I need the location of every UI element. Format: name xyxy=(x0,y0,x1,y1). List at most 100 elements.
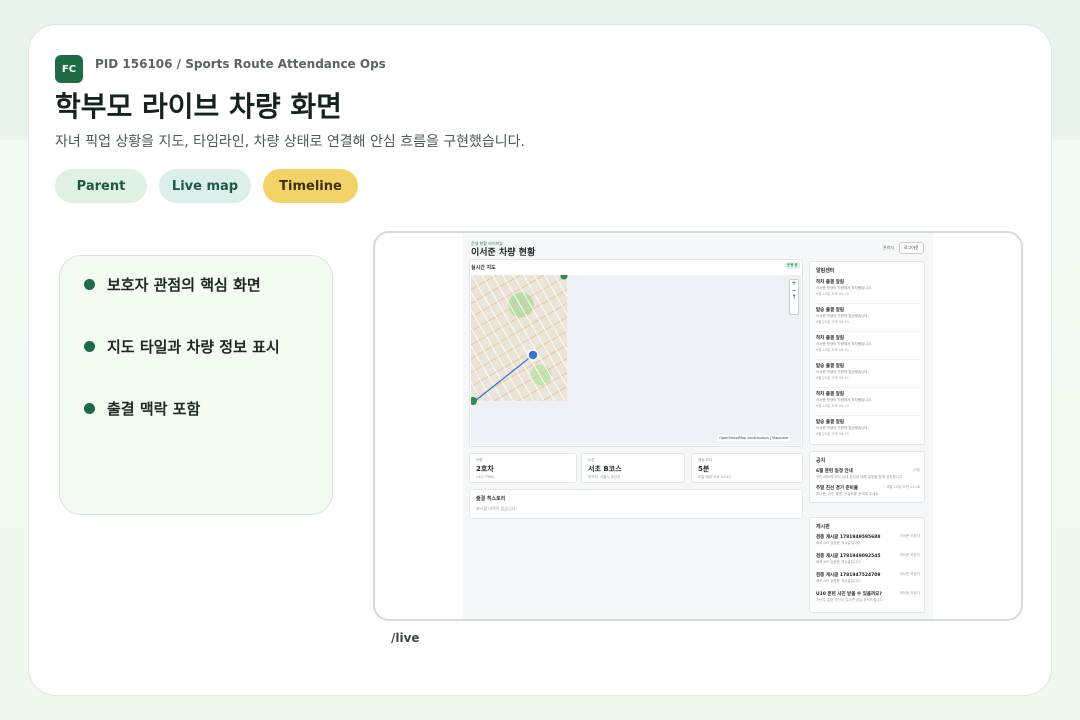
notice-panel: 공지 6월 훈련 일정 안내 장마 예보에 따라 실내 훈련장 대체 일정을 함… xyxy=(809,451,925,503)
notice-item-meta: 6월 20일 오전 11:08 xyxy=(887,485,920,489)
alert-title: 알림센터 xyxy=(816,268,835,274)
card-value: 5분 xyxy=(698,465,710,473)
alert-item-time: 6월 20일 오후 08:25 xyxy=(816,404,849,408)
alert-item-title: 하차 출결 알림 xyxy=(816,392,844,397)
map-label: 실시간 지도 xyxy=(471,265,496,271)
page-title: 학부모 라이브 차량 화면 xyxy=(55,90,342,123)
alert-item[interactable]: 탑승 출결 알림 이서준 학생이 차량에 탑승했습니다. 6월 20일 오후 0… xyxy=(816,417,920,444)
alert-item-title: 하차 출결 알림 xyxy=(816,336,844,341)
card-value: 서초 B코스 xyxy=(588,465,622,473)
bullet-icon xyxy=(84,403,95,414)
notice-item-meta: 고정 xyxy=(913,468,920,472)
alert-item-title: 탑승 출결 알림 xyxy=(816,364,844,369)
board-item[interactable]: 검증 게시글 1781949595688 배포 API 검증용 게시글입니다. … xyxy=(816,534,920,552)
board-item-msg: 배포 API 검증용 게시글입니다. xyxy=(816,560,862,564)
compass-button[interactable]: ↑ xyxy=(790,294,798,301)
eta-card: 예상 도착 5분 오늘 예정 오후 04:40 xyxy=(691,453,803,483)
history-empty: 표시할 내역이 없습니다. xyxy=(476,506,517,511)
zoom-in-button[interactable]: + xyxy=(790,280,798,287)
screen-title: 이서준 차량 현황 xyxy=(471,248,536,258)
card-detail: 하차지: 서울시 훈련장 xyxy=(588,475,621,479)
screenshot-frame: 운영 현황 라이브뷰 이서준 차량 현황 관리자 로그아웃 실시간 지도 운행 … xyxy=(373,231,1023,621)
alert-item-time: 6월 20일 오후 08:51 xyxy=(816,348,849,352)
feature-list: 보호자 관점의 핵심 화면 지도 타일과 차량 정보 표시 출결 맥락 포함 xyxy=(59,255,333,515)
alert-item[interactable]: 하차 출결 알림 이서준 학생이 차량에서 하차했습니다. 6월 20일 오후 … xyxy=(816,389,920,416)
board-panel: 게시판 검증 게시글 1781949595688 배포 API 검증용 게시글입… xyxy=(809,517,925,613)
alert-item-msg: 이서준 학생이 차량에서 하차했습니다. xyxy=(816,342,872,346)
notice-item[interactable]: 주말 친선 경기 준비물 유니폼, 개인 물병, 풋살화를 준비해 주세요. 6… xyxy=(816,485,920,503)
brand-logo: FC xyxy=(55,55,83,83)
notice-item-msg: 유니폼, 개인 물병, 풋살화를 준비해 주세요. xyxy=(816,492,880,496)
tag-timeline[interactable]: Timeline xyxy=(263,169,358,203)
vehicle-card: 차량 2호차 24나 7988 xyxy=(469,453,577,483)
board-item-author: 최하윤 보호자 xyxy=(899,591,920,595)
alert-item[interactable]: 탑승 출결 알림 이서준 학생이 차량에 탑승했습니다. 6월 20일 오후 0… xyxy=(816,305,920,332)
feature-item: 보호자 관점의 핵심 화면 xyxy=(84,274,261,295)
board-item[interactable]: U10 훈련 사진 받을 수 있을까요? 지난주 훈련 사진이 있으면 공유 부… xyxy=(816,591,920,609)
tag-live-map[interactable]: Live map xyxy=(159,169,251,203)
card-detail: 24나 7988 xyxy=(476,475,494,479)
bullet-icon xyxy=(84,341,95,352)
card-key: 예상 도착 xyxy=(698,458,712,462)
card-detail: 오늘 예정 오후 04:40 xyxy=(698,475,731,479)
alert-item-msg: 이서준 학생이 차량에서 하차했습니다. xyxy=(816,398,872,402)
route-path: /live xyxy=(391,631,420,645)
zoom-out-button[interactable]: − xyxy=(790,287,798,294)
board-item-author: 이서준 보호자 xyxy=(899,572,920,576)
vehicle-marker-icon xyxy=(527,349,539,361)
board-item[interactable]: 검증 게시글 1781947524709 배포 API 검증용 게시글입니다. … xyxy=(816,572,920,590)
alert-item-msg: 이서준 학생이 차량에 탑승했습니다. xyxy=(816,426,869,430)
stop-marker-icon xyxy=(560,275,568,280)
alert-item-msg: 이서준 학생이 차량에서 하차했습니다. xyxy=(816,286,872,290)
alert-item[interactable]: 탑승 출결 알림 이서준 학생이 차량에 탑승했습니다. 6월 20일 오후 0… xyxy=(816,361,920,388)
board-title: 게시판 xyxy=(816,524,830,530)
alert-item-time: 6월 20일 오후 08:25 xyxy=(816,432,849,436)
tag-parent[interactable]: Parent xyxy=(55,169,147,203)
stop-marker-icon xyxy=(471,397,477,405)
card-key: 차량 xyxy=(476,458,483,462)
board-item-author: 이서준 보호자 xyxy=(899,534,920,538)
live-screen: 운영 현황 라이브뷰 이서준 차량 현황 관리자 로그아웃 실시간 지도 운행 … xyxy=(463,233,933,619)
notice-title: 공지 xyxy=(816,458,826,464)
map-attribution[interactable]: OpenStreetMap contributors | MapLibre xyxy=(717,435,791,441)
notice-item-title: 6월 훈련 일정 안내 xyxy=(816,469,853,474)
alert-item-time: 6월 20일 오후 08:59 xyxy=(816,320,849,324)
feature-item: 지도 타일과 차량 정보 표시 xyxy=(84,336,280,357)
card-key: 노선 xyxy=(588,458,595,462)
route-line xyxy=(474,354,534,402)
alert-item-msg: 이서준 학생이 차량에 탑승했습니다. xyxy=(816,314,869,318)
page-subtitle: 자녀 픽업 상황을 지도, 타임라인, 차량 상태로 연결해 안심 흐름을 구현… xyxy=(55,134,526,150)
alert-item-time: 6월 20일 오후 08:59 xyxy=(816,292,849,296)
status-badge: 운행 중 xyxy=(785,262,800,269)
card-value: 2호차 xyxy=(476,465,494,473)
notice-item-msg: 장마 예보에 따라 실내 훈련장 대체 일정을 함께 공지합니다. xyxy=(816,475,904,479)
route-overlay xyxy=(471,275,568,405)
alert-item-title: 탑승 출결 알림 xyxy=(816,308,844,313)
board-item-author: 이서준 보호자 xyxy=(899,553,920,557)
alert-item-title: 탑승 출결 알림 xyxy=(816,420,844,425)
alert-item-msg: 이서준 학생이 차량에 탑승했습니다. xyxy=(816,370,869,374)
live-map[interactable]: + − ↑ OpenStreetMap contributors | MapLi… xyxy=(471,275,801,445)
feature-label: 지도 타일과 차량 정보 표시 xyxy=(107,338,280,356)
feature-label: 보호자 관점의 핵심 화면 xyxy=(107,276,261,294)
bullet-icon xyxy=(84,279,95,290)
admin-link[interactable]: 관리자 xyxy=(883,245,894,251)
board-item-msg: 배포 API 검증용 게시글입니다. xyxy=(816,579,862,583)
alert-item-title: 하차 출결 알림 xyxy=(816,280,844,285)
alert-item[interactable]: 하차 출결 알림 이서준 학생이 차량에서 하차했습니다. 6월 20일 오후 … xyxy=(816,333,920,360)
logout-button[interactable]: 로그아웃 xyxy=(899,242,924,254)
route-card: 노선 서초 B코스 하차지: 서울시 훈련장 xyxy=(581,453,685,483)
board-item-msg: 지난주 훈련 사진이 있으면 공유 부탁드립니다. xyxy=(816,598,884,602)
attendance-history: 출결 히스토리 표시할 내역이 없습니다. xyxy=(469,489,803,519)
board-item[interactable]: 검증 게시글 1781949092545 배포 API 검증용 게시글입니다. … xyxy=(816,553,920,571)
alert-item-time: 6월 20일 오후 08:51 xyxy=(816,376,849,380)
alert-item[interactable]: 하차 출결 알림 이서준 학생이 차량에서 하차했습니다. 6월 20일 오후 … xyxy=(816,277,920,304)
zoom-control: + − ↑ xyxy=(789,279,799,315)
feature-item: 출결 맥락 포함 xyxy=(84,398,200,419)
notice-item[interactable]: 6월 훈련 일정 안내 장마 예보에 따라 실내 훈련장 대체 일정을 함께 공… xyxy=(816,468,920,486)
alert-center: 알림센터 하차 출결 알림 이서준 학생이 차량에서 하차했습니다. 6월 20… xyxy=(809,261,925,445)
project-id: PID 156106 / Sports Route Attendance Ops xyxy=(95,57,386,71)
feature-label: 출결 맥락 포함 xyxy=(107,400,201,418)
board-item-msg: 배포 API 검증용 게시글입니다. xyxy=(816,541,862,545)
history-title: 출결 히스토리 xyxy=(476,496,506,502)
